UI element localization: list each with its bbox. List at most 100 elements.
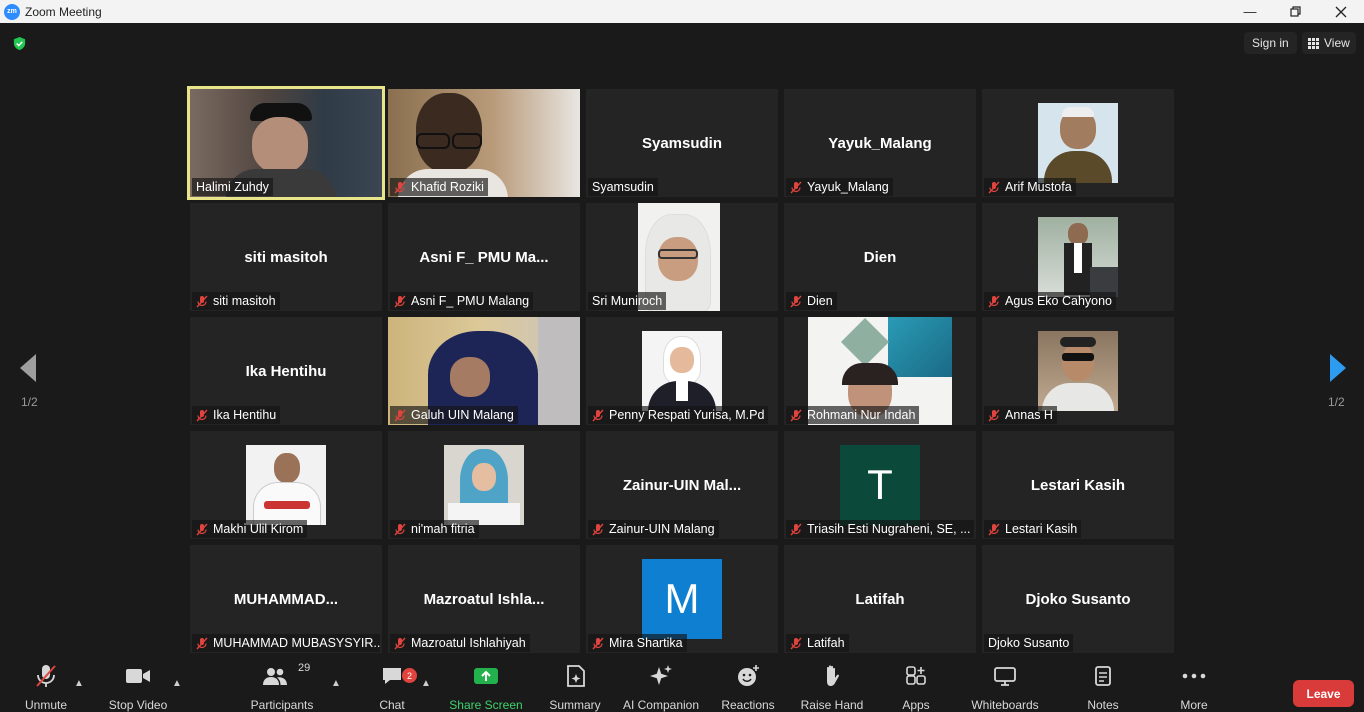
- participant-video: [444, 445, 524, 525]
- chat-options-caret-icon[interactable]: ▲: [421, 678, 431, 689]
- leave-button[interactable]: Leave: [1293, 680, 1354, 707]
- participant-tile[interactable]: Makhi Ulil Kirom: [190, 431, 382, 539]
- participant-tile[interactable]: MUHAMMAD... MUHAMMAD MUBASYSYIR...: [190, 545, 382, 653]
- meeting-toolbar: Unmute ▲ Stop Video ▲ 29 Participants ▲ …: [0, 660, 1364, 712]
- apps-icon: [906, 665, 926, 685]
- restore-button[interactable]: [1272, 0, 1318, 23]
- muted-mic-icon: [394, 295, 406, 307]
- participant-tile[interactable]: Yayuk_Malang Yayuk_Malang: [784, 89, 976, 197]
- participant-tile[interactable]: Ika Hentihu Ika Hentihu: [190, 317, 382, 425]
- participant-name-label: Khafid Roziki: [390, 178, 488, 196]
- participant-name-text: Rohmani Nur Indah: [807, 408, 916, 422]
- participant-name-text: Makhi Ulil Kirom: [213, 522, 304, 536]
- unmute-button[interactable]: Unmute: [22, 660, 70, 712]
- participant-tile[interactable]: Djoko Susanto Djoko Susanto: [982, 545, 1174, 653]
- next-page-arrow-icon[interactable]: [1328, 353, 1348, 383]
- video-options-caret-icon[interactable]: ▲: [172, 678, 182, 689]
- participant-name-label: Syamsudin: [588, 178, 658, 196]
- muted-mic-icon: [790, 295, 802, 307]
- participant-tile[interactable]: Khafid Roziki: [388, 89, 580, 197]
- muted-mic-icon: [988, 181, 1000, 193]
- muted-mic-icon: [790, 637, 802, 649]
- participant-name-label: Asni F_ PMU Malang: [390, 292, 534, 310]
- participant-tile[interactable]: M Mira Shartika: [586, 545, 778, 653]
- notes-label: Notes: [1087, 698, 1119, 712]
- participant-video: [1038, 103, 1118, 183]
- raise-hand-button[interactable]: Raise Hand: [800, 660, 864, 712]
- participant-video: [246, 445, 326, 525]
- participant-name-text: Zainur-UIN Malang: [609, 522, 715, 536]
- more-dots-icon: [1182, 673, 1206, 678]
- participant-video: T: [840, 445, 920, 525]
- muted-mic-icon: [592, 637, 604, 649]
- audio-options-caret-icon[interactable]: ▲: [74, 678, 84, 689]
- participants-label: Participants: [250, 698, 314, 712]
- muted-mic-icon: [196, 523, 208, 535]
- ai-companion-button[interactable]: AI Companion: [622, 660, 700, 712]
- unmute-label: Unmute: [24, 698, 68, 712]
- chat-icon: [383, 667, 401, 684]
- minimize-button[interactable]: —: [1227, 0, 1273, 23]
- participant-tile[interactable]: ni'mah fitria: [388, 431, 580, 539]
- stop-video-button[interactable]: Stop Video: [106, 660, 170, 712]
- reactions-button[interactable]: Reactions: [720, 660, 776, 712]
- stop-video-label: Stop Video: [108, 698, 168, 712]
- participant-tile[interactable]: Zainur-UIN Mal... Zainur-UIN Malang: [586, 431, 778, 539]
- participant-tile[interactable]: Dien Dien: [784, 203, 976, 311]
- summary-button[interactable]: Summary: [546, 660, 604, 712]
- avatar-initial: T: [840, 445, 920, 525]
- muted-mic-icon: [196, 637, 208, 649]
- encryption-shield-icon[interactable]: [12, 36, 27, 51]
- window-titlebar: zm Zoom Meeting —: [0, 0, 1364, 23]
- participant-tile[interactable]: Annas H: [982, 317, 1174, 425]
- participant-tile[interactable]: Asni F_ PMU Ma... Asni F_ PMU Malang: [388, 203, 580, 311]
- participant-tile[interactable]: Lestari Kasih Lestari Kasih: [982, 431, 1174, 539]
- muted-mic-icon: [394, 637, 406, 649]
- participant-name-text: Dien: [807, 294, 833, 308]
- apps-button[interactable]: Apps: [898, 660, 934, 712]
- participant-name-label: Ika Hentihu: [192, 406, 281, 424]
- participant-tile[interactable]: Rohmani Nur Indah: [784, 317, 976, 425]
- participant-name-label: Djoko Susanto: [984, 634, 1074, 652]
- summary-icon: [567, 664, 585, 687]
- participants-button[interactable]: 29 Participants: [248, 660, 316, 712]
- participant-tile[interactable]: Agus Eko Cahyono: [982, 203, 1174, 311]
- participant-name-text: Lestari Kasih: [1005, 522, 1078, 536]
- page-indicator-right: 1/2: [1328, 395, 1345, 409]
- participant-tile[interactable]: Sri Muniroch: [586, 203, 778, 311]
- participant-name-label: Galuh UIN Malang: [390, 406, 518, 424]
- previous-page-arrow-icon[interactable]: [18, 353, 38, 383]
- raise-hand-label: Raise Hand: [800, 698, 864, 712]
- participant-name-label: Lestari Kasih: [984, 520, 1082, 538]
- participant-tile[interactable]: Galuh UIN Malang: [388, 317, 580, 425]
- participant-tile[interactable]: Arif Mustofa: [982, 89, 1174, 197]
- share-screen-button[interactable]: Share Screen: [448, 660, 524, 712]
- close-button[interactable]: [1318, 0, 1364, 23]
- participant-tile[interactable]: Halimi Zuhdy: [187, 86, 385, 200]
- muted-mic-icon: [196, 409, 208, 421]
- participant-name-text: Galuh UIN Malang: [411, 408, 514, 422]
- participant-name-label: Latifah: [786, 634, 849, 652]
- avatar-initial: M: [642, 559, 722, 639]
- whiteboards-label: Whiteboards: [971, 698, 1039, 712]
- participant-name-text: Djoko Susanto: [988, 636, 1070, 650]
- view-button[interactable]: View: [1302, 32, 1356, 54]
- participant-tile[interactable]: Latifah Latifah: [784, 545, 976, 653]
- notes-icon: [1095, 665, 1111, 686]
- whiteboards-button[interactable]: Whiteboards: [968, 660, 1042, 712]
- notes-button[interactable]: Notes: [1084, 660, 1122, 712]
- sign-in-button[interactable]: Sign in: [1244, 32, 1297, 54]
- participant-name-label: Arif Mustofa: [984, 178, 1076, 196]
- muted-mic-icon: [790, 523, 802, 535]
- summary-label: Summary: [549, 698, 601, 712]
- participant-tile[interactable]: T Triasih Esti Nugraheni, SE, ...: [784, 431, 976, 539]
- more-button[interactable]: More: [1176, 660, 1212, 712]
- participant-tile[interactable]: Syamsudin Syamsudin: [586, 89, 778, 197]
- participant-tile[interactable]: Mazroatul Ishla... Mazroatul Ishlahiyah: [388, 545, 580, 653]
- close-icon: [1335, 6, 1347, 17]
- participant-name-text: Latifah: [807, 636, 845, 650]
- participant-tile[interactable]: siti masitoh siti masitoh: [190, 203, 382, 311]
- participants-options-caret-icon[interactable]: ▲: [331, 678, 341, 689]
- chat-button[interactable]: 2 Chat: [374, 660, 417, 712]
- participant-tile[interactable]: Penny Respati Yurisa, M.Pd: [586, 317, 778, 425]
